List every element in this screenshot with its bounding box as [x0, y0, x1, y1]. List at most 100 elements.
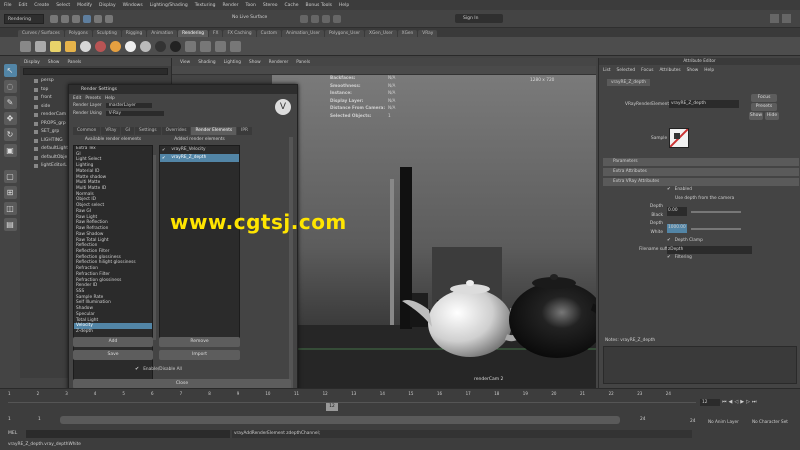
move-tool-icon[interactable]: ✥: [3, 112, 17, 125]
character-set-dropdown[interactable]: No Character Set: [752, 419, 788, 424]
shelf-tab-curvessurfaces[interactable]: Curves / Surfaces: [18, 30, 64, 37]
render-settings-title[interactable]: Render Settings: [69, 85, 297, 94]
attr-node-name-field[interactable]: vrayRE_Z_depth: [669, 100, 739, 108]
rs-tab-gi[interactable]: GI: [121, 127, 134, 135]
depth-clamp-row[interactable]: ✔ Depth Clamp: [639, 237, 799, 246]
depth-white-slider[interactable]: [691, 227, 741, 230]
menu-cache[interactable]: Cache: [285, 3, 299, 8]
available-element-item[interactable]: Z-depth: [74, 329, 152, 335]
render-layer-dropdown[interactable]: masterLayer: [105, 103, 152, 108]
area-light-icon[interactable]: [95, 40, 106, 52]
menu-create[interactable]: Create: [34, 3, 49, 8]
lambert-icon[interactable]: [110, 40, 121, 52]
snap-grid-icon[interactable]: [94, 15, 102, 23]
shelf-tab-xgenuser[interactable]: XGen_User: [365, 30, 397, 37]
menu-file[interactable]: File: [4, 3, 12, 8]
layout-two-icon[interactable]: ◫: [3, 202, 17, 215]
rs-tab-settings[interactable]: Settings: [134, 127, 161, 135]
command-input[interactable]: [26, 430, 230, 438]
shelf-tab-xgen[interactable]: XGen: [397, 30, 418, 37]
paint-select-icon[interactable]: ✎: [3, 96, 17, 109]
render-settings-shelf-icon[interactable]: [230, 40, 241, 52]
toggle-panel-icon[interactable]: [770, 14, 779, 23]
menu-modify[interactable]: Modify: [77, 3, 92, 8]
render-using-dropdown[interactable]: V-Ray: [105, 111, 164, 116]
presets-button[interactable]: Presets: [751, 103, 777, 111]
available-elements-list[interactable]: Extra Tex GI Light Select Lighting Material …: [73, 145, 153, 419]
menu-render[interactable]: Render: [222, 3, 238, 8]
shelf-tab-fxcaching[interactable]: FX Caching: [223, 30, 256, 37]
shelf-tab-rigging[interactable]: Rigging: [121, 30, 147, 37]
rs-tab-vray[interactable]: VRay: [101, 127, 121, 135]
shelf-tab-polygons[interactable]: Polygons: [64, 30, 92, 37]
viewport-menu-shading[interactable]: Shading: [198, 60, 215, 65]
anim-layer-dropdown[interactable]: No Anim Layer: [708, 419, 739, 424]
current-frame-marker[interactable]: 12: [326, 403, 338, 411]
add-element-button[interactable]: Add: [73, 337, 153, 347]
menu-display[interactable]: Display: [99, 3, 116, 8]
point-light-icon[interactable]: [65, 40, 76, 52]
ipr-render-icon[interactable]: [311, 15, 319, 23]
menu-texturing[interactable]: Texturing: [195, 3, 216, 8]
depth-black-slider[interactable]: [691, 210, 741, 213]
render-frame-icon[interactable]: [300, 15, 308, 23]
hypershade-icon[interactable]: [333, 15, 341, 23]
batch-render-icon[interactable]: [215, 40, 226, 52]
shelf-tab-polygonsuser[interactable]: Polygons_User: [324, 30, 365, 37]
outliner-search[interactable]: [23, 68, 168, 75]
added-elements-list[interactable]: ✔ vrayRE_Velocity ✔ vrayRE_Z_depth: [159, 145, 240, 345]
viewport-menu-view[interactable]: View: [180, 60, 190, 65]
suffix-field[interactable]: zDepth: [667, 245, 752, 254]
shelf-tab-animation[interactable]: Animation: [147, 30, 178, 37]
menu-edit[interactable]: Edit: [19, 3, 28, 8]
menuset-dropdown[interactable]: Rendering: [4, 14, 44, 24]
command-language-label[interactable]: MEL: [8, 431, 17, 436]
menu-help[interactable]: Help: [339, 3, 349, 8]
play-forward-icon[interactable]: ▶: [740, 399, 744, 407]
element-toggle-icon[interactable]: ✔: [162, 146, 165, 154]
sign-in-button[interactable]: Sign In: [455, 14, 503, 23]
surface-shader-icon[interactable]: [155, 40, 166, 52]
outliner-menu-panels[interactable]: Panels: [67, 60, 81, 65]
menu-toon[interactable]: Toon: [246, 3, 256, 8]
attr-node-tab[interactable]: vrayRE_Z_depth: [607, 79, 650, 86]
rs-tab-ipr[interactable]: IPR: [237, 127, 253, 135]
select-mode-icon[interactable]: [83, 15, 91, 23]
viewport-menu-show[interactable]: Show: [249, 60, 261, 65]
attr-menu-help[interactable]: Help: [704, 68, 714, 73]
filtering-row[interactable]: ✔ Filtering: [639, 254, 799, 263]
focus-button[interactable]: Focus: [751, 94, 777, 102]
lasso-tool-icon[interactable]: ◌: [3, 80, 17, 93]
step-forward-icon[interactable]: ▷: [746, 399, 750, 407]
camera-icon[interactable]: [20, 40, 31, 52]
new-scene-icon[interactable]: [50, 15, 58, 23]
notes-field[interactable]: [603, 346, 797, 384]
rotate-tool-icon[interactable]: ↻: [3, 128, 17, 141]
depth-white-field[interactable]: 1000.00: [667, 224, 687, 233]
toggle-attr-icon[interactable]: [782, 14, 791, 23]
step-back-icon[interactable]: ◀: [729, 399, 733, 407]
go-start-icon[interactable]: ⏮: [722, 399, 727, 407]
use-depth-row[interactable]: Use depth from the camera: [639, 195, 799, 204]
section-parameters[interactable]: Parameters: [603, 158, 799, 166]
enabled-row[interactable]: ✔ Enabled: [639, 186, 799, 195]
directional-light-icon[interactable]: [50, 40, 61, 52]
added-element-item[interactable]: ✔ vrayRE_Z_depth: [160, 154, 239, 162]
shelf-tab-sculpting[interactable]: Sculpting: [92, 30, 121, 37]
time-slider[interactable]: 1 2 3 4 5 6 7 8 9 10 11 12 13 14 15 16 17 18 19 20 21 22 23 24: [8, 391, 696, 403]
menu-stereo[interactable]: Stereo: [263, 3, 278, 8]
select-tool-icon[interactable]: ↖: [3, 64, 17, 77]
outliner-menu-display[interactable]: Display: [24, 60, 40, 65]
depth-black-field[interactable]: 0.00: [667, 207, 687, 216]
phong-icon[interactable]: [140, 40, 151, 52]
viewport-menu-lighting[interactable]: Lighting: [224, 60, 241, 65]
viewport-menu-renderer[interactable]: Renderer: [269, 60, 289, 65]
rs-menu-help[interactable]: Help: [105, 96, 115, 101]
save-scene-icon[interactable]: [72, 15, 80, 23]
enabled-check-icon[interactable]: ✔: [667, 186, 671, 195]
menu-windows[interactable]: Windows: [123, 3, 143, 8]
blinn-icon[interactable]: [125, 40, 136, 52]
layout-outliner-icon[interactable]: ▤: [3, 218, 17, 231]
range-start-field[interactable]: 1: [38, 417, 52, 424]
section-extra-attributes[interactable]: Extra Attributes: [603, 168, 799, 176]
